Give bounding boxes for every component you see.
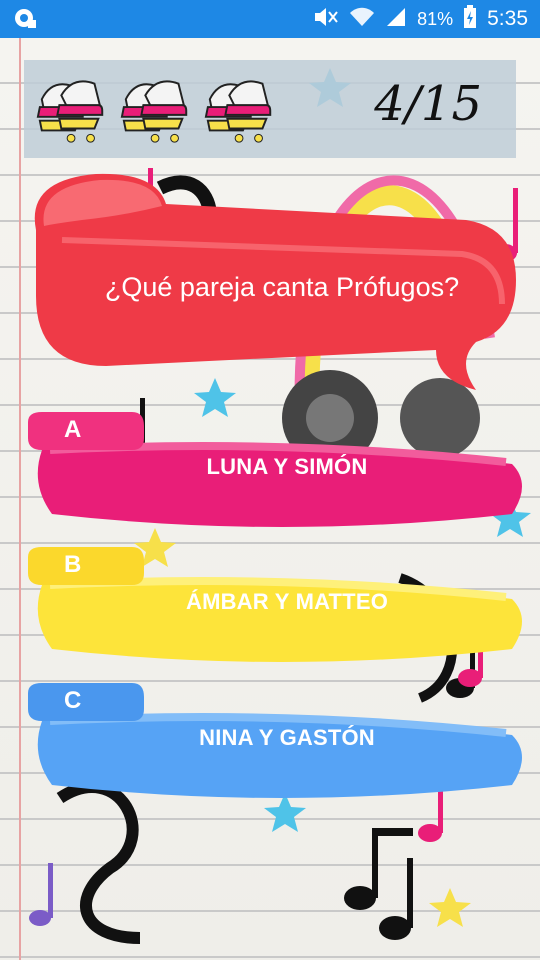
- answer-c-label: NINA Y GASTÓN: [199, 725, 375, 750]
- answer-b-letter: B: [64, 551, 82, 578]
- battery-percent: 81%: [417, 8, 454, 29]
- answer-option-a[interactable]: A LUNA Y SIMÓN: [22, 410, 522, 536]
- roller-skate-icon: [36, 80, 104, 143]
- roller-skate-icon: [120, 80, 188, 143]
- battery-charging-icon: [463, 4, 477, 34]
- answer-a-letter: A: [64, 416, 82, 443]
- answer-option-c[interactable]: C NINA Y GASTÓN: [22, 681, 522, 807]
- answer-option-b[interactable]: B ÁMBAR Y MATTEO: [22, 545, 522, 671]
- roller-skate-icon: [204, 80, 272, 143]
- question-bubble: ¿Qué pareja canta Prófugos?: [22, 170, 522, 410]
- answer-c-letter: C: [64, 687, 82, 714]
- game-header: 4/15: [24, 60, 516, 158]
- status-bar: 81% 5:35: [0, 0, 540, 38]
- clock: 5:35: [487, 7, 528, 30]
- mute-icon: [313, 6, 339, 33]
- signal-icon: [385, 6, 407, 33]
- lives-indicator: [34, 70, 280, 148]
- answer-b-label: ÁMBAR Y MATTEO: [185, 589, 389, 614]
- question-text: ¿Qué pareja canta Prófugos?: [104, 272, 460, 302]
- notification-icon: [14, 8, 38, 35]
- question-progress: 4/15: [374, 76, 482, 132]
- wifi-icon: [349, 6, 375, 33]
- answer-a-label: LUNA Y SIMÓN: [206, 454, 368, 479]
